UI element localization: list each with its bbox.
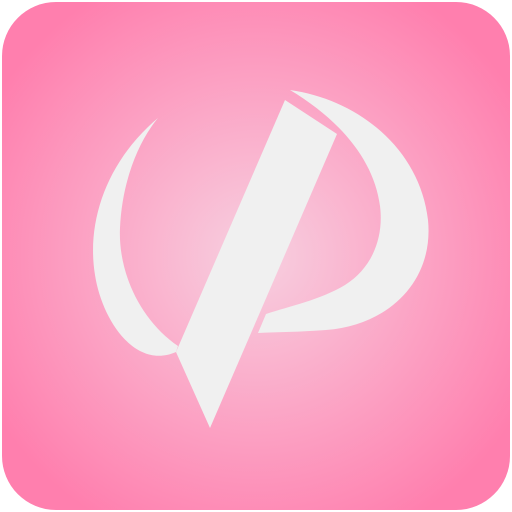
app-icon-canvas [0, 0, 512, 512]
app-icon[interactable] [0, 0, 512, 512]
